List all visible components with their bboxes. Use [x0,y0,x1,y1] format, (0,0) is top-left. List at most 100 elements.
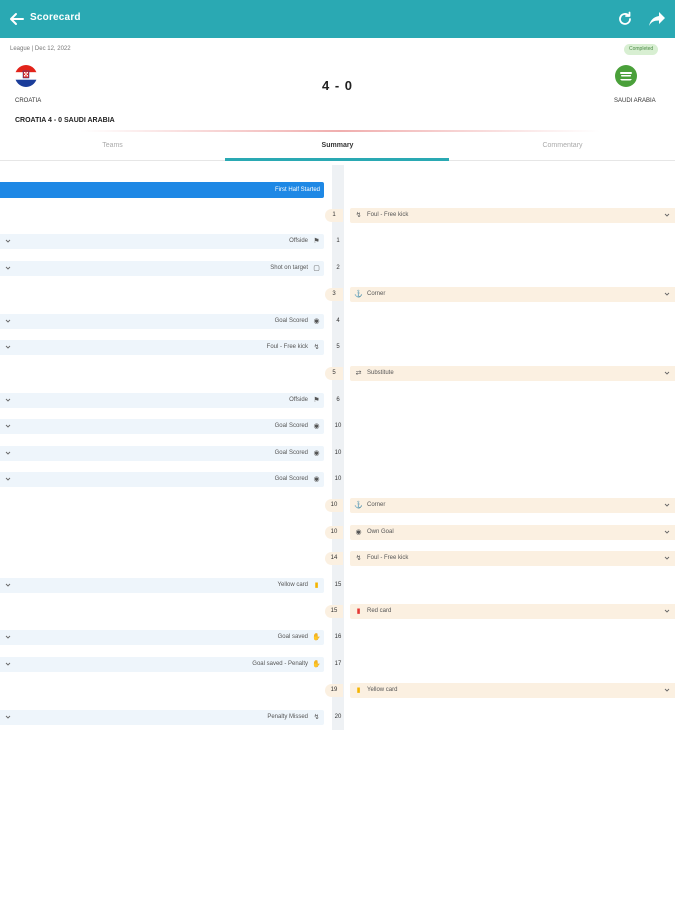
home-event-row[interactable]: Offside ⚑ [0,234,324,249]
away-event-row[interactable]: Foul - Free kick ↯ [350,208,675,223]
event-label: Corner [367,291,386,297]
goal-frame-icon: ▢ [313,265,320,272]
home-event-row[interactable]: Goal saved - Penalty ✋ [0,657,324,672]
away-event-row[interactable]: Foul - Free kick ↯ [350,551,675,566]
match-meta: League | Dec 12, 2022 [10,46,71,52]
event-label: Substitute [367,370,394,376]
event-minute: 10 [334,476,342,482]
refresh-icon[interactable] [617,11,633,27]
event-minute: 2 [336,265,340,271]
tab-commentary[interactable]: Commentary [450,133,675,161]
event-minute: 16 [334,634,342,640]
half-start-banner: First Half Started [0,182,324,198]
away-event-row[interactable]: Yellow card ▮ [350,683,675,698]
event-label: Offside [289,238,308,244]
home-event-row[interactable]: Goal Scored ◉ [0,419,324,434]
whistle-icon: ↯ [355,555,362,562]
event-minute: 3 [325,288,343,301]
event-label: Foul - Free kick [367,555,409,561]
whistle-icon: ↯ [313,344,320,351]
red-card-icon: ▮ [356,608,361,615]
event-label: Goal Scored [274,476,308,482]
home-event-row[interactable]: Goal Scored ◉ [0,472,324,487]
event-minute: 1 [336,238,340,244]
chevron-down-icon[interactable] [5,238,11,244]
chevron-down-icon[interactable] [5,397,11,403]
home-event-row[interactable]: Yellow card ▮ [0,578,324,593]
event-minute: 10 [334,423,342,429]
chevron-down-icon[interactable] [5,423,11,429]
divider [80,130,600,132]
tab-summary[interactable]: Summary [225,133,450,161]
chevron-down-icon[interactable] [664,608,670,614]
away-event-row[interactable]: Red card ▮ [350,604,675,619]
chevron-down-icon[interactable] [664,555,670,561]
page-title: Scorecard [30,12,81,23]
yellow-card-icon: ▮ [356,687,361,694]
chevron-down-icon[interactable] [5,634,11,640]
away-event-row[interactable]: Own Goal ◉ [350,525,675,540]
chevron-down-icon[interactable] [664,687,670,693]
chevron-down-icon[interactable] [664,529,670,535]
tab-teams[interactable]: Teams [0,133,225,161]
home-team-name: CROATIA [15,98,42,104]
corner-icon: ⚓ [354,502,363,509]
away-event-row[interactable]: Substitute ⇄ [350,366,675,381]
chevron-down-icon[interactable] [664,370,670,376]
chevron-down-icon[interactable] [5,661,11,667]
chevron-down-icon[interactable] [664,291,670,297]
whistle-icon: ↯ [313,714,320,721]
croatia-flag-icon [15,65,37,87]
away-event-row[interactable]: Corner ⚓ [350,287,675,302]
chevron-down-icon[interactable] [5,265,11,271]
chevron-down-icon[interactable] [5,344,11,350]
app-bar: Scorecard [0,0,675,38]
event-label: Penalty Missed [267,714,308,720]
home-event-row[interactable]: Goal saved ✋ [0,630,324,645]
home-event-row[interactable]: Offside ⚑ [0,393,324,408]
event-minute: 10 [325,499,343,512]
event-minute: 10 [325,526,343,539]
saudi-arabia-flag-icon [615,65,637,87]
event-label: Yellow card [367,687,398,693]
event-minute: 14 [325,552,343,565]
back-arrow-icon[interactable] [8,10,26,28]
corner-icon: ⚓ [354,291,363,298]
event-minute: 15 [334,582,342,588]
home-event-row[interactable]: Shot on target ▢ [0,261,324,276]
event-label: Shot on target [270,265,308,271]
active-tab-indicator [225,158,449,161]
chevron-down-icon[interactable] [5,318,11,324]
whistle-icon: ↯ [355,212,362,219]
event-label: Own Goal [367,529,394,535]
event-label: Foul - Free kick [266,344,308,350]
home-event-row[interactable]: Goal Scored ◉ [0,314,324,329]
glove-icon: ✋ [312,634,321,641]
chevron-down-icon[interactable] [5,476,11,482]
away-event-row[interactable]: Corner ⚓ [350,498,675,513]
chevron-down-icon[interactable] [5,450,11,456]
offside-flag-icon: ⚑ [313,397,320,404]
home-event-row[interactable]: Goal Scored ◉ [0,446,324,461]
event-minute: 15 [325,605,343,618]
yellow-card-icon: ▮ [314,582,319,589]
home-event-row[interactable]: Foul - Free kick ↯ [0,340,324,355]
chevron-down-icon[interactable] [664,212,670,218]
chevron-down-icon[interactable] [5,582,11,588]
share-icon[interactable] [648,11,666,27]
ball-icon: ◉ [313,450,320,457]
glove-icon: ✋ [312,661,321,668]
ball-icon: ◉ [313,423,320,430]
event-label: Yellow card [277,582,308,588]
event-minute: 20 [334,714,342,720]
substitute-icon: ⇄ [355,370,362,377]
chevron-down-icon[interactable] [5,714,11,720]
home-event-row[interactable]: Penalty Missed ↯ [0,710,324,725]
chevron-down-icon[interactable] [664,502,670,508]
event-minute: 5 [336,344,340,350]
event-minute: 1 [325,209,343,222]
event-label: Goal saved [277,634,308,640]
match-headline: CROATIA 4 - 0 SAUDI ARABIA [15,117,115,124]
event-label: Corner [367,502,386,508]
event-label: Goal Scored [274,423,308,429]
